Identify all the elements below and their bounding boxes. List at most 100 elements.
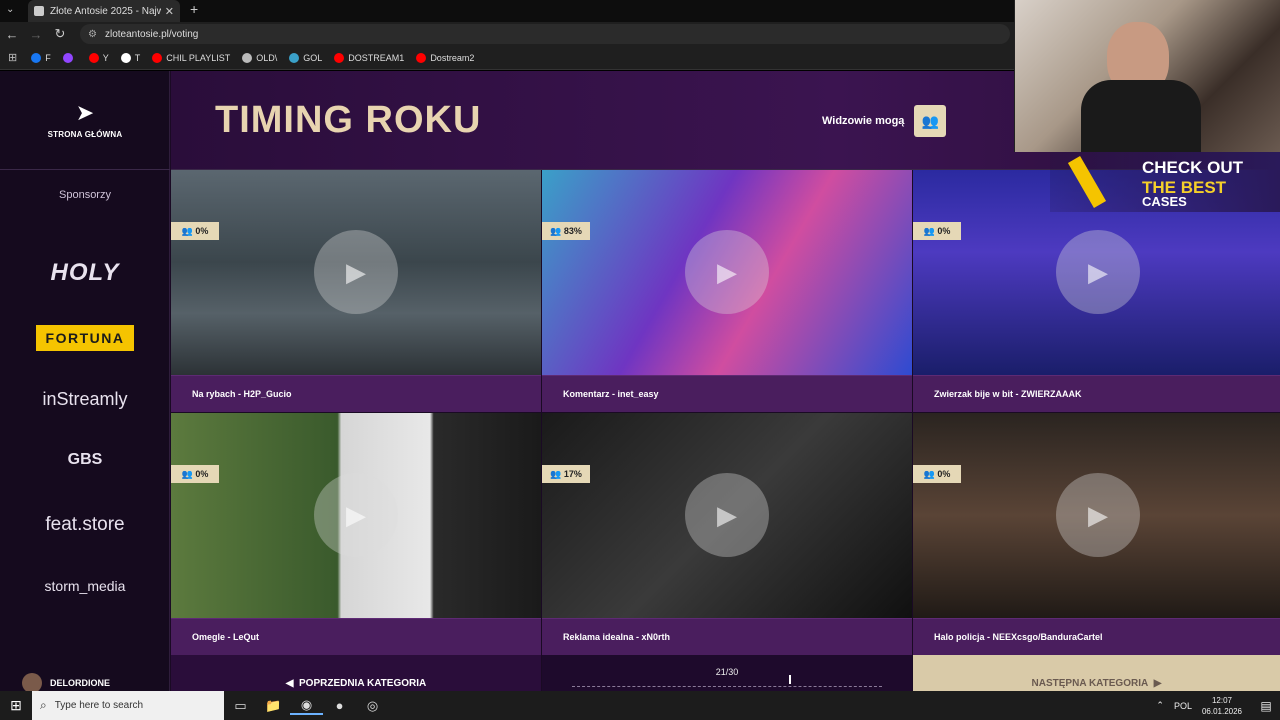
site-info-icon[interactable]: ⚙ [88,29,97,40]
play-icon[interactable]: ▶ [1056,230,1140,314]
back-icon[interactable]: ← [0,27,24,42]
nominee-card[interactable]: 👥 0% ▶ Na rybach - H2P_Gucio [171,170,541,412]
youtube-icon [334,52,345,63]
nominee-card[interactable]: 👥 17% ▶ Reklama idealna - xN0rth [542,413,912,655]
vote-percent-badge: 👥 83% [542,222,590,240]
nominee-video-thumbnail[interactable]: 👥 0% ▶ [913,413,1280,618]
sponsors-heading: Sponsorzy [59,189,111,201]
nominee-video-thumbnail[interactable]: 👥 83% ▶ [542,170,912,375]
prev-label: POPRZEDNIA KATEGORIA [299,678,427,689]
tab-search-icon[interactable]: ⌄ [6,4,14,15]
sponsor-holy-logo[interactable]: HOLY [0,259,170,287]
chrome-icon[interactable]: ◉ [290,697,323,715]
bookmark-item[interactable]: F [31,52,51,63]
case-promo-overlay: CHECK OUT THE BEST CASES [1050,152,1280,212]
webcam-person-body [1081,80,1201,152]
apps-grid-icon[interactable]: ⊞ [8,51,17,64]
sponsor-instreamly-logo[interactable]: inStreamly [0,389,170,410]
back-arrow-icon: ➤ [75,99,95,125]
clock[interactable]: 12:07 06.01.2026 [1202,695,1242,717]
viewers-label: Widzowie mogą [822,115,905,127]
windows-start-icon[interactable]: ⊞ [0,697,32,714]
reload-icon[interactable]: ↻ [48,26,72,42]
youtube-icon [416,52,427,63]
nominee-caption: Halo policja - NEEXcsgo/BanduraCartel [913,618,1280,655]
bookmark-item[interactable]: T [120,52,141,63]
counter-text: 21/30 [715,667,739,677]
bookmark-label: Y [102,52,109,63]
clock-date: 06.01.2026 [1201,706,1242,716]
next-label: NASTĘPNA KATEGORIA [1031,678,1149,689]
nominee-video-thumbnail[interactable]: 👥 0% ▶ [171,170,541,375]
bookmark-item[interactable] [62,52,77,63]
streamer-webcam-overlay [1014,0,1280,152]
sponsor-stormmedia-logo[interactable]: storm_media [0,578,170,594]
site-favicon-icon [34,6,44,16]
taskbar-search-input[interactable]: ⌕ Type here to search [32,691,224,720]
youtube-icon [88,52,99,63]
nominee-video-thumbnail[interactable]: 👥 17% ▶ [542,413,912,618]
vote-percent: 17% [563,469,582,479]
bookmark-item[interactable]: DOSTREAM1 [334,52,405,63]
play-icon[interactable]: ▶ [1056,473,1140,557]
bookmark-label: OLD\ [256,52,278,63]
page-title: TIMING ROKU [215,99,482,141]
users-group-icon[interactable]: 👥 [914,105,947,137]
play-icon[interactable]: ▶ [685,230,769,314]
search-icon: ⌕ [40,698,47,712]
viewers-vote-toggle[interactable]: Widzowie mogą 👥 [822,105,947,137]
url-text: zloteantosie.pl/voting [104,28,199,40]
category-progress-track [572,675,882,687]
notifications-icon[interactable]: ▤ [1252,699,1280,713]
nominee-caption: Komentarz - inet_easy [542,375,912,412]
promo-line-3: CASES [1142,194,1187,209]
home-link[interactable]: ➤ STRONA GŁÓWNA [0,71,170,170]
discord-icon[interactable]: ● [323,698,356,713]
bookmark-item[interactable]: Y [88,52,109,63]
previous-category-button[interactable]: ◀ POPRZEDNIA KATEGORIA [171,655,541,691]
play-icon[interactable]: ▶ [314,230,398,314]
language-indicator[interactable]: POL [1174,701,1192,711]
vote-percent-badge: 👥 0% [171,465,219,483]
bookmark-item[interactable]: GOL [289,52,322,63]
sponsor-featstore-logo[interactable]: feat.store [0,514,170,536]
task-view-icon[interactable]: ▭ [224,698,257,714]
nominee-card[interactable]: 👥 0% ▶ Omegle - LeQut [171,413,541,655]
url-input[interactable]: ⚙ zloteantosie.pl/voting [80,24,1010,44]
bookmark-label: DOSTREAM1 [348,52,405,63]
user-profile[interactable]: DELORDIONE [22,673,110,691]
bookmark-item[interactable]: OLD\ [242,52,278,63]
folder-icon [242,52,253,63]
sponsor-fortuna-logo[interactable]: FORTUNA [0,325,170,351]
nominee-caption: Zwierzak bije w bit - ZWIERZAAAK [913,375,1280,412]
home-label: STRONA GŁÓWNA [47,129,123,139]
forward-icon[interactable]: → [24,27,48,42]
vote-percent: 0% [195,226,209,236]
new-tab-icon[interactable]: + [190,1,198,17]
bookmark-item[interactable]: CHIL PLAYLIST [152,52,230,63]
close-tab-icon[interactable]: ✕ [165,5,174,18]
obs-icon[interactable]: ◎ [356,698,389,714]
sidebar: ➤ STRONA GŁÓWNA Sponsorzy HOLY FORTUNA i… [0,71,170,691]
users-icon: 👥 [550,468,564,479]
bookmark-item[interactable]: Dostream2 [416,52,474,63]
vote-percent-badge: 👥 0% [171,222,219,240]
file-explorer-icon[interactable]: 📁 [257,698,290,714]
play-icon[interactable]: ▶ [314,473,398,557]
nominee-video-thumbnail[interactable]: 👥 0% ▶ [171,413,541,618]
bookmark-label: T [134,52,141,63]
sponsor-gbs-logo[interactable]: GBS [0,451,170,469]
nominee-caption: Reklama idealna - xN0rth [542,618,912,655]
next-category-button[interactable]: NASTĘPNA KATEGORIA ▶ [913,655,1280,691]
user-name: DELORDIONE [50,678,111,688]
play-icon[interactable]: ▶ [685,473,769,557]
vote-percent-badge: 👥 17% [542,465,590,483]
nominee-caption: Omegle - LeQut [171,618,541,655]
nominee-card[interactable]: 👥 83% ▶ Komentarz - inet_easy [542,170,912,412]
clock-time: 12:07 [1211,695,1232,705]
next-arrow-icon: ▶ [1148,678,1162,689]
browser-tab[interactable]: Złote Antosie 2025 - Największa ✕ [28,0,180,22]
facebook-icon [31,52,42,63]
tray-chevron-icon[interactable]: ⌃ [1156,700,1164,711]
nominee-card[interactable]: 👥 0% ▶ Halo policja - NEEXcsgo/BanduraCart… [913,413,1280,655]
